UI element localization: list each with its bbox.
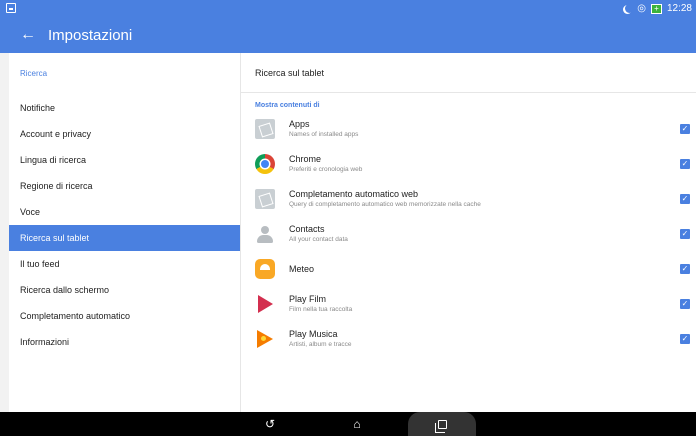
- list-item-subtitle: All your contact data: [289, 235, 348, 243]
- sidebar-item-lingua[interactable]: Lingua di ricerca: [9, 147, 240, 173]
- play-music-icon: [255, 329, 275, 349]
- recents-box-icon: [434, 419, 447, 433]
- status-bar: ◎ + 12:28: [0, 0, 696, 17]
- list-item-title: Play Film: [289, 293, 327, 304]
- meteo-checkbox[interactable]: ✓: [680, 263, 690, 274]
- list-item-title: Apps: [289, 118, 310, 129]
- nav-back-icon[interactable]: ↺: [258, 412, 282, 436]
- list-item-title: Completamento automatico web: [289, 188, 419, 199]
- chrome-checkbox[interactable]: ✓: [680, 158, 690, 169]
- contacts-icon: [255, 224, 275, 244]
- list-item-subtitle: Artisti, album e tracce: [289, 340, 352, 348]
- list-item-play-film[interactable]: Play Film Film nella tua raccolta ✓: [241, 286, 696, 321]
- arrow-back-icon[interactable]: ←: [14, 17, 42, 53]
- list-item-subtitle: Preferiti e cronologia web: [289, 165, 363, 173]
- list-item-title: Meteo: [289, 263, 315, 274]
- battery-charging-icon: +: [650, 3, 662, 14]
- list-item-title: Contacts: [289, 223, 325, 234]
- status-time: 12:28: [666, 3, 692, 14]
- play-music-checkbox[interactable]: ✓: [680, 333, 690, 344]
- sidebar-item-feed[interactable]: Il tuo feed: [9, 251, 240, 277]
- list-item-meteo[interactable]: Meteo ✓: [241, 251, 696, 286]
- sidebar-item-voce[interactable]: Voce: [9, 199, 240, 225]
- list-item-web-autocomplete[interactable]: Completamento automatico web Query di co…: [241, 181, 696, 216]
- sidebar-header: Ricerca: [20, 69, 48, 78]
- list-item-title: Chrome: [289, 153, 322, 164]
- sidebar-item-notifiche[interactable]: Notifiche: [9, 95, 240, 121]
- list-item-contacts[interactable]: Contacts All your contact data ✓: [241, 216, 696, 251]
- meteo-icon: [255, 258, 275, 279]
- list-item-subtitle: Film nella tua raccolta: [289, 305, 353, 313]
- notification-image-icon: [6, 3, 16, 13]
- list-item-subtitle: Names of installed apps: [289, 130, 359, 138]
- section-title: Mostra contenuti di: [255, 102, 320, 109]
- nav-recents-icon[interactable]: [408, 412, 476, 436]
- nav-home-icon[interactable]: ⌂: [345, 412, 369, 436]
- sidebar-item-regione[interactable]: Regione di ricerca: [9, 173, 240, 199]
- page-title: Impostazioni: [48, 26, 133, 44]
- list-item-play-musica[interactable]: Play Musica Artisti, album e tracce ✓: [241, 321, 696, 356]
- play-film-checkbox[interactable]: ✓: [680, 298, 690, 309]
- apps-placeholder-icon: [255, 118, 275, 139]
- wifi-icon: ◎: [637, 2, 646, 14]
- list-item-chrome[interactable]: Chrome Preferiti e cronologia web ✓: [241, 146, 696, 181]
- sidebar-item-account-privacy[interactable]: Account e privacy: [9, 121, 240, 147]
- detail-pane: Ricerca sul tablet Mostra contenuti di A…: [240, 53, 696, 412]
- sidebar-item-completamento[interactable]: Completamento automatico: [9, 303, 240, 329]
- chrome-icon: [255, 153, 275, 174]
- apps-checkbox[interactable]: ✓: [680, 123, 690, 134]
- list-item-apps[interactable]: Apps Names of installed apps ✓: [241, 111, 696, 146]
- web-autocomplete-placeholder-icon: [255, 188, 275, 209]
- settings-sidebar: Ricerca Notifiche Account e privacy Ling…: [9, 53, 240, 412]
- web-autocomplete-checkbox[interactable]: ✓: [680, 193, 690, 204]
- detail-title: Ricerca sul tablet: [241, 53, 696, 93]
- do-not-disturb-icon: [625, 4, 634, 13]
- system-nav-bar: ↺ ⌂: [0, 412, 696, 436]
- play-film-icon: [255, 294, 275, 314]
- list-item-subtitle: Query di completamento automatico web me…: [289, 200, 481, 208]
- contacts-checkbox[interactable]: ✓: [680, 228, 690, 239]
- sidebar-item-informazioni[interactable]: Informazioni: [9, 329, 240, 355]
- sidebar-item-ricerca-schermo[interactable]: Ricerca dallo schermo: [9, 277, 240, 303]
- status-icons: ◎ + 12:28: [623, 1, 692, 16]
- app-bar: ← Impostazioni: [0, 17, 696, 53]
- list-item-title: Play Musica: [289, 328, 338, 339]
- sidebar-item-ricerca-tablet[interactable]: Ricerca sul tablet: [9, 225, 240, 251]
